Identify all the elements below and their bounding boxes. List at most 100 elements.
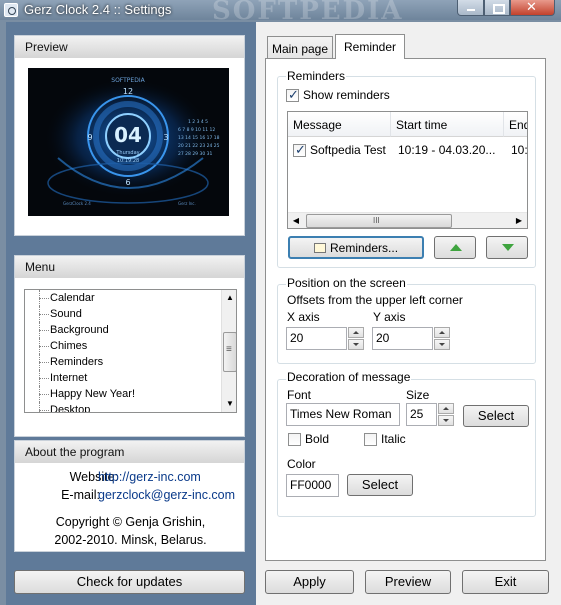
menu-item-label: Reminders (50, 356, 104, 368)
svg-text:27 28 29 30 31: 27 28 29 30 31 (178, 151, 212, 157)
website-link[interactable]: http://gerz-inc.com (98, 470, 201, 484)
preview-panel: Preview SOFTPEDIA 12 9 3 6 04 Thursday 1… (14, 35, 245, 236)
arrow-up-icon (450, 244, 462, 251)
spin-down-icon[interactable] (434, 339, 450, 350)
svg-text:6 7 8 9 10 11 12: 6 7 8 9 10 11 12 (178, 127, 215, 133)
scroll-thumb[interactable] (306, 214, 452, 228)
copyright-line-2: 2002-2010. Minsk, Belarus. (54, 533, 207, 547)
italic-label[interactable]: Italic (381, 432, 406, 446)
column-header-start-time[interactable]: Start time (391, 112, 504, 137)
font-input[interactable]: Times New Roman (286, 403, 400, 426)
tab-main-page[interactable]: Main page (267, 36, 333, 58)
y-axis-label: Y axis (373, 310, 406, 324)
size-label: Size (406, 388, 430, 402)
note-icon (314, 243, 326, 253)
menu-item-label: Internet (50, 372, 88, 384)
color-select-button[interactable]: Select (347, 474, 413, 496)
exit-button[interactable]: Exit (462, 570, 549, 594)
spin-down-icon[interactable] (438, 415, 454, 426)
menu-item-label: Chimes (50, 340, 88, 352)
reminder-row-message[interactable]: Softpedia Test (310, 143, 386, 157)
email-link[interactable]: gerzclock@gerz-inc.com (98, 488, 235, 502)
svg-text:12: 12 (123, 87, 133, 96)
title-bar[interactable]: Gerz Clock 2.4 :: Settings SOFTPEDIA (0, 0, 561, 26)
move-down-button[interactable] (486, 236, 528, 259)
svg-text:6: 6 (125, 178, 130, 187)
font-label: Font (287, 388, 312, 402)
check-for-updates-button[interactable]: Check for updates (14, 570, 245, 594)
reminder-row-checkbox[interactable] (293, 142, 306, 158)
reminder-row-end-time[interactable]: 10: (511, 143, 527, 157)
copyright-text: Copyright © Genja Grishin, 2002-2010. Mi… (15, 513, 246, 549)
show-reminders-label[interactable]: Show reminders (303, 88, 390, 102)
reminders-button[interactable]: Reminders... (288, 236, 424, 259)
spin-up-icon[interactable] (348, 327, 364, 338)
show-reminders-checkbox[interactable] (286, 87, 299, 103)
close-button[interactable] (510, 0, 555, 16)
y-axis-spinner[interactable] (434, 327, 450, 350)
clock-time-text: 10:19:28 (117, 158, 139, 164)
scroll-up-arrow-icon[interactable]: ▲ (222, 290, 236, 306)
italic-checkbox[interactable] (364, 433, 377, 446)
svg-text:13 14 15 16 17 18: 13 14 15 16 17 18 (178, 135, 220, 141)
size-input[interactable]: 25 (406, 403, 437, 426)
reminders-group-title: Reminders (286, 69, 347, 83)
menu-item-label: Happy New Year! (50, 388, 135, 400)
bold-label[interactable]: Bold (305, 432, 329, 446)
arrow-down-icon (502, 244, 514, 251)
x-axis-input[interactable]: 20 (286, 327, 347, 350)
app-icon (4, 3, 18, 17)
reminders-list[interactable]: Message Start time End Softpedia Test 10… (287, 111, 528, 229)
spin-down-icon[interactable] (348, 339, 364, 350)
svg-text:9: 9 (87, 133, 92, 142)
svg-text:Gerz Inc.: Gerz Inc. (178, 201, 196, 206)
left-pane: Preview SOFTPEDIA 12 9 3 6 04 Thursday 1… (6, 22, 256, 605)
menu-panel: Menu Calendar Sound Background Chimes Re… (14, 255, 245, 437)
scroll-right-arrow-icon[interactable]: ▶ (511, 213, 527, 228)
menu-tree[interactable]: Calendar Sound Background Chimes Reminde… (24, 289, 237, 413)
scroll-thumb[interactable] (223, 332, 236, 372)
position-description: Offsets from the upper left corner (287, 293, 463, 307)
preview-button[interactable]: Preview (365, 570, 451, 594)
color-input[interactable]: FF0000 (286, 474, 339, 497)
clock-hour-text: 04 (114, 123, 142, 147)
column-header-message[interactable]: Message (288, 112, 391, 137)
about-header: About the program (15, 441, 244, 463)
about-panel: About the program Website: http://gerz-i… (14, 440, 245, 552)
svg-text:1 2 3 4 5: 1 2 3 4 5 (188, 119, 208, 125)
window-title: Gerz Clock 2.4 :: Settings (24, 2, 172, 17)
apply-button[interactable]: Apply (265, 570, 354, 594)
svg-text:20 21 22 23 24 25: 20 21 22 23 24 25 (178, 143, 220, 149)
spin-up-icon[interactable] (434, 327, 450, 338)
reminders-button-label: Reminders... (330, 241, 399, 255)
x-axis-spinner[interactable] (348, 327, 364, 350)
list-horizontal-scrollbar[interactable]: ◀ ▶ (288, 212, 527, 228)
color-label: Color (287, 457, 316, 471)
preview-header: Preview (15, 36, 244, 58)
position-group-title: Position on the screen (286, 276, 407, 290)
column-header-end[interactable]: End (504, 112, 527, 137)
decoration-group-title: Decoration of message (286, 370, 412, 384)
reminder-row-start-time[interactable]: 10:19 - 04.03.20... (398, 143, 495, 157)
size-spinner[interactable] (438, 403, 454, 426)
spin-up-icon[interactable] (438, 403, 454, 414)
minimize-button[interactable] (457, 0, 484, 16)
clock-skin-graphic: SOFTPEDIA 12 9 3 6 04 Thursday 10:19:28 … (28, 68, 229, 216)
y-axis-input[interactable]: 20 (372, 327, 433, 350)
menu-item-label: Calendar (50, 292, 95, 304)
menu-scrollbar[interactable]: ▲ ▼ (221, 290, 236, 412)
scroll-down-arrow-icon[interactable]: ▼ (222, 396, 236, 412)
svg-text:SOFTPEDIA: SOFTPEDIA (111, 77, 145, 84)
menu-item-label: Desktop (50, 404, 91, 413)
font-select-button[interactable]: Select (463, 405, 529, 427)
svg-text:GerzClock 2.4: GerzClock 2.4 (63, 201, 91, 206)
clock-day-text: Thursday (115, 150, 139, 156)
maximize-button[interactable] (484, 0, 510, 16)
menu-item-label: Background (50, 324, 109, 336)
email-label: E-mail: (61, 488, 100, 502)
scroll-left-arrow-icon[interactable]: ◀ (288, 213, 304, 228)
tab-reminder[interactable]: Reminder (335, 34, 405, 59)
bold-checkbox[interactable] (288, 433, 301, 446)
right-pane: Main page Reminder Reminders Show remind… (256, 22, 561, 605)
move-up-button[interactable] (434, 236, 476, 259)
